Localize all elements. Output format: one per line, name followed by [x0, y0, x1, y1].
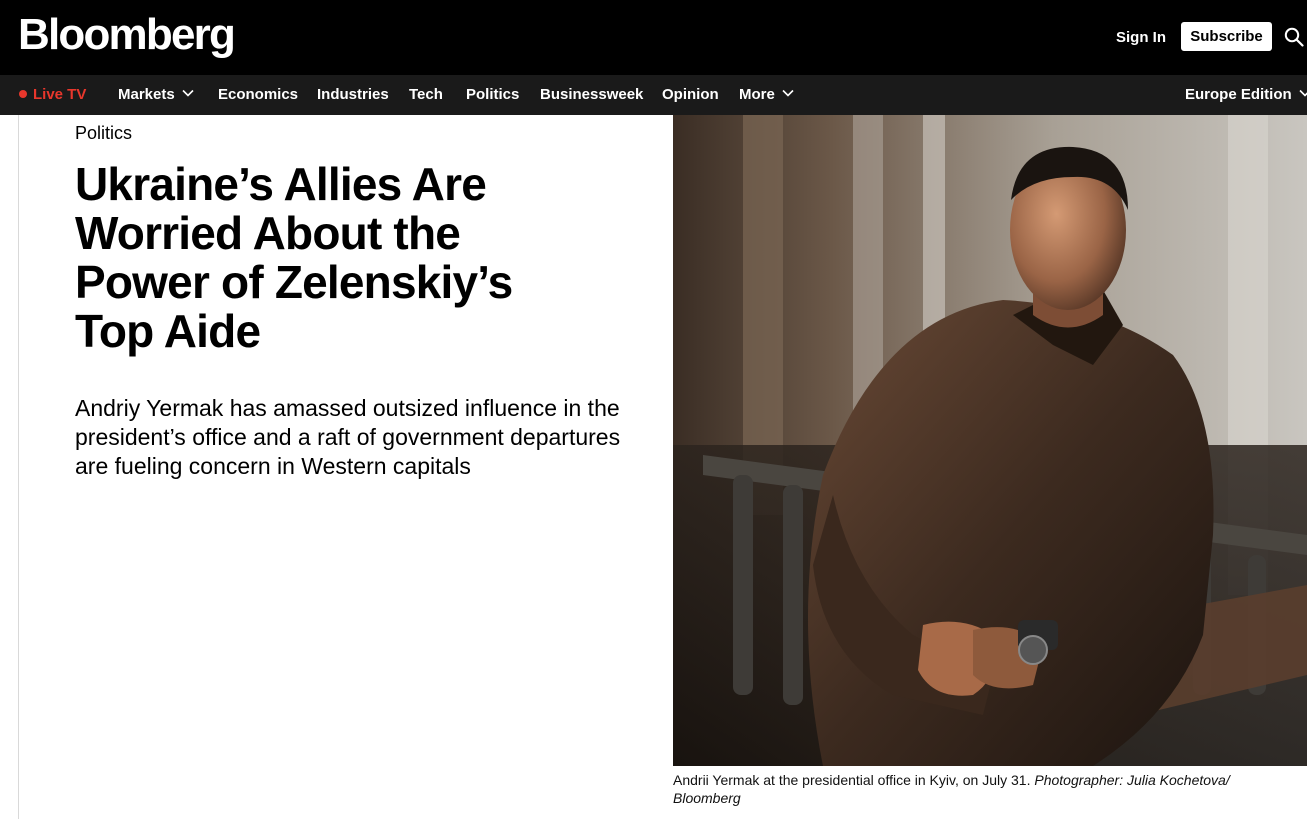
edition-label: Europe Edition	[1185, 86, 1292, 103]
portrait-photo-illustration	[673, 115, 1307, 766]
main-nav: Live TV Markets Economics Industries Tec…	[0, 75, 1307, 115]
nav-more[interactable]: More	[739, 75, 795, 115]
chevron-down-icon	[1299, 89, 1307, 97]
article-dek: Andriy Yermak has amassed outsized influ…	[75, 395, 621, 479]
nav-live-tv[interactable]: Live TV	[19, 75, 86, 115]
nav-tech[interactable]: Tech	[409, 75, 443, 115]
nav-businessweek[interactable]: Businessweek	[540, 75, 643, 115]
top-bar: Bloomberg Sign In Subscribe	[0, 0, 1307, 75]
photo-caption: Andrii Yermak at the presidential office…	[673, 771, 1293, 807]
page-divider	[18, 115, 19, 819]
nav-markets-label: Markets	[118, 86, 175, 103]
live-dot-icon	[19, 90, 27, 99]
nav-economics[interactable]: Economics	[218, 75, 298, 115]
nav-politics[interactable]: Politics	[466, 75, 519, 115]
article-headline: Ukraine’s Allies Are Worried About the P…	[75, 158, 513, 357]
live-tv-label: Live TV	[33, 86, 87, 103]
search-icon[interactable]	[1284, 27, 1304, 47]
article-lead-photo	[673, 115, 1307, 766]
nav-opinion[interactable]: Opinion	[662, 75, 719, 115]
caption-text: Andrii Yermak at the presidential office…	[673, 772, 1031, 788]
nav-edition-selector[interactable]: Europe Edition	[1185, 75, 1307, 115]
article-section-link[interactable]: Politics	[75, 122, 132, 144]
subscribe-button[interactable]: Subscribe	[1181, 22, 1272, 51]
chevron-down-icon	[182, 89, 194, 97]
nav-industries[interactable]: Industries	[317, 75, 389, 115]
nav-markets[interactable]: Markets	[118, 75, 195, 115]
nav-more-label: More	[739, 86, 775, 103]
chevron-down-icon	[782, 89, 794, 97]
sign-in-link[interactable]: Sign In	[1116, 28, 1166, 48]
bloomberg-logo[interactable]: Bloomberg	[18, 9, 236, 61]
